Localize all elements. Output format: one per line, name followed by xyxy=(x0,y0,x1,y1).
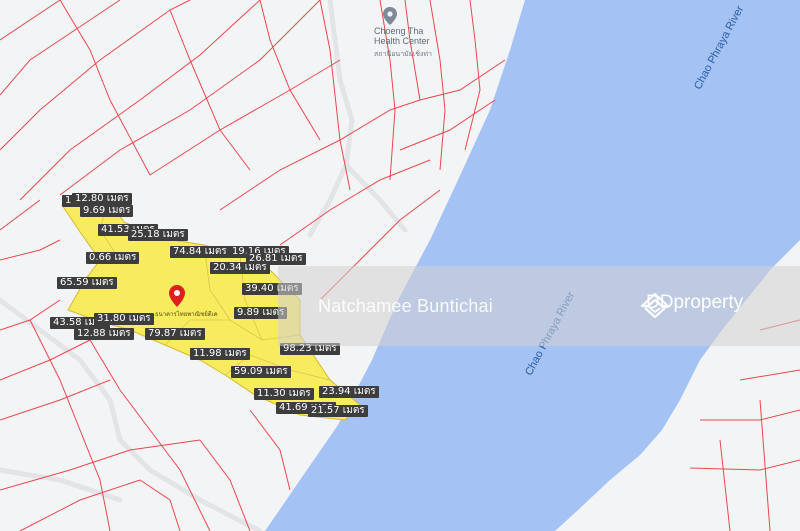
distance-label: 59.09 เมตร xyxy=(231,366,291,378)
distance-label: 79.87 เมตร xyxy=(145,328,205,340)
distance-label: 11.30 เมตร xyxy=(254,388,314,400)
watermark-agent-name: Natchamee Buntichai xyxy=(318,296,493,316)
parcel-name-label: ธนาคารไทยพาณิชย์ดีเค xyxy=(155,312,218,318)
location-pin-icon[interactable] xyxy=(169,285,185,307)
watermark-brand: DDproperty xyxy=(640,292,743,319)
distance-label: 12.88 เมตร xyxy=(74,328,134,340)
distance-label: 0.66 เมตร xyxy=(86,252,140,264)
distance-label: 74.84 เมตร xyxy=(170,246,230,258)
distance-label: 25.18 เมตร xyxy=(128,229,188,241)
distance-label: 31.80 เมตร xyxy=(94,313,154,325)
map-view[interactable]: Choeng Tha Health Center สถานีอนามัยเชิง… xyxy=(0,0,800,531)
distance-label: 9.69 เมตร xyxy=(80,205,134,217)
distance-label: 23.94 เมตร xyxy=(319,386,379,398)
distance-label: 12.80 เมตร xyxy=(72,193,132,205)
map-pin-icon[interactable] xyxy=(383,7,397,25)
distance-label: 20.34 เมตร xyxy=(210,262,270,274)
distance-label: 21.57 เมตร xyxy=(308,405,368,417)
ddproperty-logo-icon xyxy=(640,292,670,319)
distance-label: 65.59 เมตร xyxy=(57,277,117,289)
health-center-thai-label: สถานีอนามัยเชิงท่า xyxy=(374,51,432,58)
health-center-label[interactable]: Choeng Tha Health Center xyxy=(374,26,430,46)
distance-label: 11.98 เมตร xyxy=(190,348,250,360)
